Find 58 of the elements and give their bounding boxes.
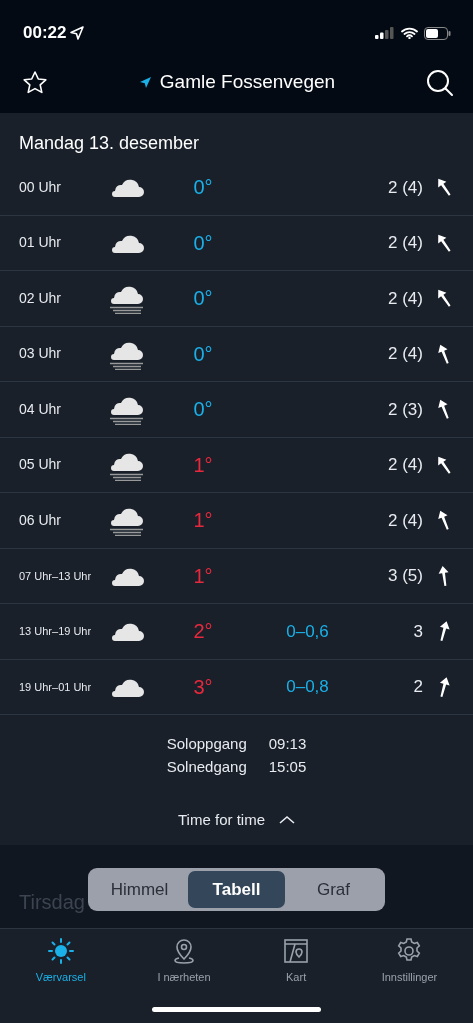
wifi-icon [401,27,418,39]
time-label: 03 Uhr [19,344,63,364]
temperature: 2° [192,619,214,645]
map-icon [282,937,311,965]
precipitation: 0–0,8 [286,677,329,696]
temperature: 1° [192,452,214,478]
time-label: 06 Uhr [19,510,63,530]
wind-speed: 3 (5) [388,566,423,585]
wind-speed: 2 [413,677,423,696]
signal-icon [375,27,395,39]
favorite-button[interactable] [22,69,48,96]
time-label: 05 Uhr [19,455,63,475]
wind-speed: 2 (3) [388,399,423,419]
temperature: 3° [192,674,214,700]
temperature: 0° [192,175,214,201]
wind-speed: 3 [413,621,423,641]
sun-icon [46,937,75,965]
temperature: 0° [192,341,214,367]
temperature: 1° [192,563,214,589]
tab-bar-item[interactable]: Kart [246,929,346,1023]
view-tab[interactable]: Graf [285,871,382,908]
search-icon [426,68,454,97]
time-label: 02 Uhr [19,288,63,308]
sun-label: Solnedgang [166,756,247,777]
time-label: 13 Uhr–19 Uhr [19,624,93,639]
location-arrow-icon [69,25,86,41]
wind-speed: 2 (4) [388,344,423,363]
search-button[interactable] [426,68,454,97]
wind-speed: 2 (4) [388,233,423,252]
tab-bar-item[interactable]: Værvarsel [0,929,122,1023]
sun-time: 15:05 [268,756,307,777]
time-label: 19 Uhr–01 Uhr [19,679,93,695]
time-label: 00 Uhr [19,177,63,197]
temperature: 0° [192,286,214,312]
tab-bar-item[interactable]: Innstillinger [345,929,473,1023]
location-title: Gamle Fossenvegen [159,70,336,95]
star-icon [22,69,48,96]
tab-bar-item[interactable]: I nærheten [121,929,247,1023]
wind-speed: 2 (4) [388,510,423,530]
precipitation: 0–0,6 [286,621,329,641]
temperature: 0° [192,230,214,256]
sun-label: Soloppgang [166,734,247,754]
wind-speed: 2 (4) [388,177,423,197]
hourly-toggle[interactable]: Time for time [172,808,301,833]
time-label: 01 Uhr [19,233,63,253]
status-time: 00:22 [23,22,67,45]
wind-speed: 2 (4) [388,288,423,308]
temperature: 1° [192,508,214,534]
temperature: 0° [192,397,214,423]
time-label: 04 Uhr [19,399,63,419]
time-label: 07 Uhr–13 Uhr [19,568,93,584]
view-tab[interactable]: Himmel [91,871,188,908]
location-arrow-icon [138,76,152,89]
wind-speed: 2 (4) [388,455,423,474]
view-tab[interactable]: Tabell [188,871,285,908]
day-title: Mandag 13. desember [18,132,201,155]
battery-icon [424,26,451,40]
sun-time: 09:13 [268,734,307,754]
